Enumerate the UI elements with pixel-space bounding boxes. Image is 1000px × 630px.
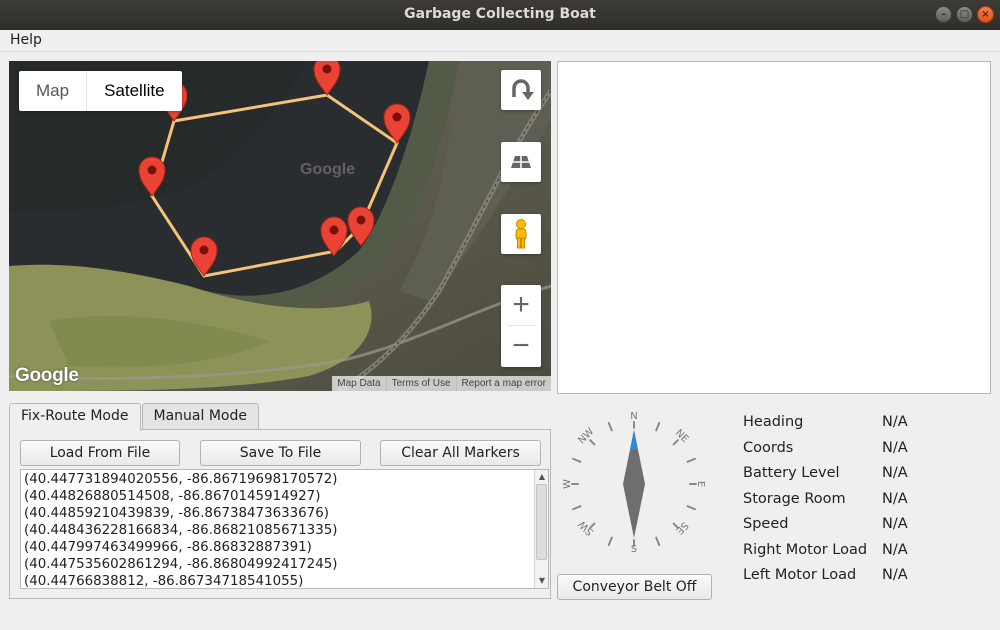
list-scrollbar[interactable]: ▲ ▼ [534,470,548,588]
street-view-button[interactable] [501,214,541,254]
list-item[interactable]: (40.44859210439839, -86.86738473633676) [24,505,545,522]
telemetry-value: N/A [882,490,908,507]
map-footer: Map Data Terms of Use Report a map error [332,376,551,391]
map-type-satellite-button[interactable]: Satellite [86,71,181,111]
marker-icon [320,216,348,257]
telemetry-value: N/A [882,567,908,583]
compass-w: W [562,479,573,489]
telemetry-row-coords: Coords N/A [743,440,993,466]
marker-icon [383,103,411,144]
compass-tick [607,536,613,546]
zoom-divider [507,325,535,326]
title-bar: Garbage Collecting Boat – □ × [0,0,1000,30]
compass-n: N [630,411,637,422]
zoom-in-button[interactable]: + [501,285,541,326]
compass-tick [572,457,582,463]
minimize-icon[interactable]: – [935,6,952,23]
telemetry-label: Coords [743,439,794,456]
compass-s: S [631,544,637,555]
menu-bar: Help [0,30,1000,52]
telemetry-label: Right Motor Load [743,541,868,558]
list-item[interactable]: (40.44766838812, -86.86734718541055) [24,573,545,588]
telemetry-value: N/A [882,516,908,532]
telemetry-label: Storage Room [743,490,846,507]
telemetry-row-left-motor: Left Motor Load N/A [743,567,993,593]
report-error-link[interactable]: Report a map error [455,376,551,391]
telemetry-row-speed: Speed N/A [743,516,993,542]
load-from-file-button[interactable]: Load From File [20,440,180,466]
compass-tick [686,457,696,463]
list-item[interactable]: (40.447731894020556, -86.86719698170572) [24,471,545,488]
tilt-icon [511,156,531,168]
marker-icon [190,236,218,277]
compass-tick [686,505,696,511]
maximize-icon[interactable]: □ [956,6,973,23]
list-item[interactable]: (40.447535602861294, -86.86804992417245) [24,556,545,573]
window-controls: – □ × [935,6,994,23]
telemetry-row-heading: Heading N/A [743,414,993,440]
list-item[interactable]: (40.44826880514508, -86.8670145914927) [24,488,545,505]
telemetry-value: N/A [882,541,908,558]
telemetry-label: Speed [743,516,789,532]
telemetry-row-storage: Storage Room N/A [743,491,993,517]
marker-icon [138,156,166,197]
compass-e: E [695,481,706,487]
compass-tick [607,422,613,432]
map-view[interactable]: Google Map Satellite + − Google Map Data… [9,61,551,391]
close-icon[interactable]: × [977,6,994,23]
menu-help[interactable]: Help [10,32,42,48]
marker-icon [313,61,341,96]
compass-tick [572,505,582,511]
zoom-control: + − [501,285,541,367]
scroll-up-icon[interactable]: ▲ [535,470,548,484]
tab-manual-mode[interactable]: Manual Mode [141,403,259,430]
clear-all-markers-button[interactable]: Clear All Markers [380,440,541,466]
waypoint-list[interactable]: (40.447731894020556, -86.86719698170572)… [20,469,549,589]
scroll-down-icon[interactable]: ▼ [535,574,548,588]
telemetry-panel: Heading N/A Coords N/A Battery Level N/A… [743,414,993,593]
rotate-button[interactable] [501,70,541,110]
tab-fix-route-mode[interactable]: Fix-Route Mode [9,403,141,431]
compass-se: SE [673,519,690,536]
map-data-link[interactable]: Map Data [332,376,385,391]
fix-route-panel: Load From File Save To File Clear All Ma… [9,429,551,599]
pegman-icon [515,219,527,249]
telemetry-row-right-motor: Right Motor Load N/A [743,542,993,568]
compass-tick [655,536,661,546]
compass-needle-north [630,430,638,450]
conveyor-belt-button[interactable]: Conveyor Belt Off [557,574,712,600]
telemetry-label: Left Motor Load [743,567,857,583]
compass-dial: N S E W NE NW SE SW [562,411,706,555]
google-logo: Google [15,365,79,386]
map-type-control: Map Satellite [19,71,182,111]
mode-tabs: Fix-Route Mode Manual Mode [9,403,260,431]
telemetry-value: N/A [882,439,908,456]
map-type-map-button[interactable]: Map [19,71,86,111]
tilt-button[interactable] [501,142,541,182]
scroll-thumb[interactable] [536,484,547,560]
compass-tick [655,422,661,432]
rotate-icon [512,79,534,100]
telemetry-value: N/A [882,414,908,430]
compass-tick [672,439,679,446]
save-to-file-button[interactable]: Save To File [200,440,361,466]
list-item[interactable]: (40.448436228166834, -86.86821085671335) [24,522,545,539]
terms-of-use-link[interactable]: Terms of Use [385,376,456,391]
telemetry-label: Battery Level [743,465,840,481]
compass-tick [589,439,596,446]
window-title: Garbage Collecting Boat [404,6,596,22]
camera-view-panel [557,61,991,394]
marker-icon [347,206,375,247]
zoom-out-button[interactable]: − [501,326,541,367]
compass-sw: SW [577,518,596,537]
telemetry-label: Heading [743,414,804,430]
telemetry-row-battery: Battery Level N/A [743,465,993,491]
telemetry-value: N/A [882,465,908,481]
list-item[interactable]: (40.447997463499966, -86.86832887391) [24,539,545,556]
